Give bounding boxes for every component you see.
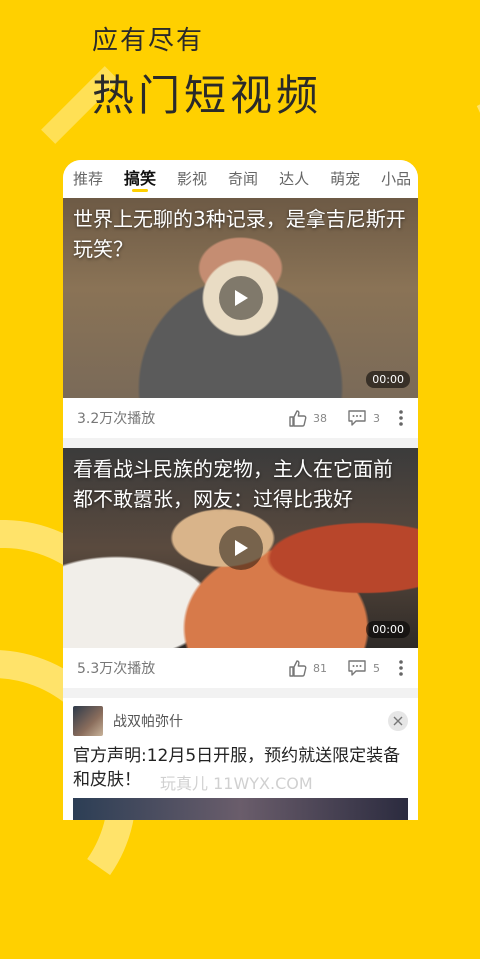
ad-card[interactable]: 战双帕弥什 官方声明:12月5日开服，预约就送限定装备和皮肤！ — [63, 698, 418, 820]
close-icon[interactable] — [388, 711, 408, 731]
video-title: 看看战斗民族的宠物，主人在它面前都不敢嚣张，网友：过得比我好 — [73, 457, 393, 511]
comment-count: 3 — [373, 411, 380, 425]
thumbs-up-icon — [289, 410, 307, 427]
watermark: 玩真儿 11WYX.COM — [160, 774, 313, 793]
tab-pets[interactable]: 萌宠 — [330, 160, 360, 198]
video-thumbnail[interactable]: 世界上无聊的3种记录，是拿吉尼斯开玩笑？ 00:00 — [63, 198, 418, 398]
phone-screen: 推荐 搞笑 影视 奇闻 达人 萌宠 小品 世界上无聊的3种记录，是拿吉尼斯开玩笑… — [63, 160, 418, 820]
video-card: 世界上无聊的3种记录，是拿吉尼斯开玩笑？ 00:00 3.2万次播放 38 3 — [63, 198, 418, 438]
video-duration: 00:00 — [366, 371, 410, 388]
comment-button[interactable]: 3 — [347, 409, 380, 427]
video-duration: 00:00 — [366, 621, 410, 638]
thumbs-up-icon — [289, 660, 307, 677]
tab-oddities[interactable]: 奇闻 — [228, 160, 258, 198]
play-icon[interactable] — [218, 526, 263, 570]
like-button[interactable]: 38 — [289, 409, 327, 427]
tab-recommend[interactable]: 推荐 — [73, 160, 103, 198]
like-button[interactable]: 81 — [289, 659, 327, 677]
comment-icon — [348, 410, 366, 426]
play-count: 5.3万次播放 — [77, 661, 156, 677]
tab-funny[interactable]: 搞笑 — [124, 160, 156, 198]
video-title: 世界上无聊的3种记录，是拿吉尼斯开玩笑？ — [73, 207, 406, 261]
comment-count: 5 — [373, 661, 380, 675]
like-count: 81 — [313, 661, 327, 675]
ad-image — [73, 798, 408, 820]
video-thumbnail[interactable]: 看看战斗民族的宠物，主人在它面前都不敢嚣张，网友：过得比我好 00:00 — [63, 448, 418, 648]
tab-movies[interactable]: 影视 — [177, 160, 207, 198]
tab-sketches[interactable]: 小品 — [381, 160, 411, 198]
tab-experts[interactable]: 达人 — [279, 160, 309, 198]
comment-button[interactable]: 5 — [347, 659, 380, 677]
video-card: 看看战斗民族的宠物，主人在它面前都不敢嚣张，网友：过得比我好 00:00 5.3… — [63, 448, 418, 688]
like-count: 38 — [313, 411, 327, 425]
more-vertical-icon[interactable] — [398, 659, 404, 677]
ad-header: 战双帕弥什 — [73, 706, 408, 736]
decor-arc-top — [301, 0, 480, 169]
hero-subtitle: 应有尽有 — [92, 26, 205, 56]
more-vertical-icon[interactable] — [398, 409, 404, 427]
category-tabs: 推荐 搞笑 影视 奇闻 达人 萌宠 小品 — [63, 160, 418, 198]
ad-author: 战双帕弥什 — [113, 714, 183, 730]
comment-icon — [348, 660, 366, 676]
play-count: 3.2万次播放 — [77, 411, 156, 427]
avatar — [73, 706, 103, 736]
video-meta: 3.2万次播放 38 3 — [63, 398, 418, 438]
hero-title: 热门短视频 — [92, 71, 323, 120]
play-icon[interactable] — [218, 276, 263, 320]
video-meta: 5.3万次播放 81 5 — [63, 648, 418, 688]
